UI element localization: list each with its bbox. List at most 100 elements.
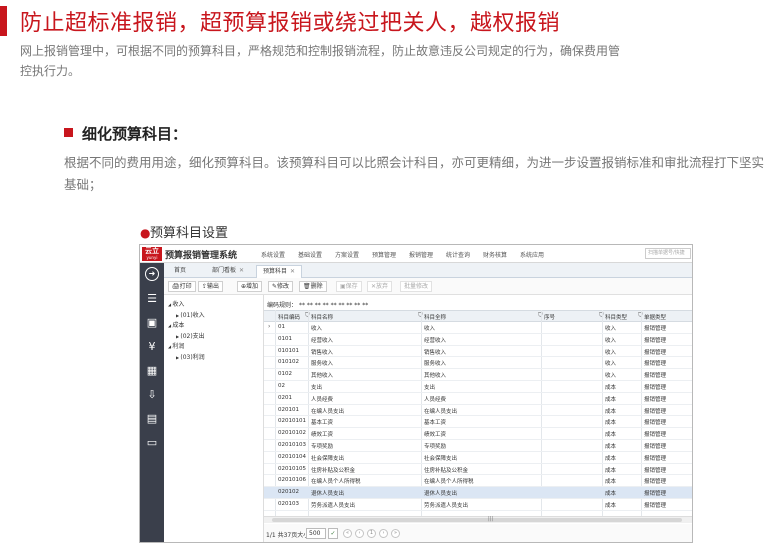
- table-cell: 收入: [424, 326, 436, 332]
- cancel-label: 放弃: [376, 283, 389, 290]
- menu-item[interactable]: 报销管理: [409, 250, 446, 259]
- table-cell: 经营收入: [311, 337, 334, 344]
- caption-dot-icon: ●: [140, 226, 151, 240]
- table-row[interactable]: 02010103 专项奖励 专项奖励 成本 报销管理: [264, 440, 692, 452]
- money-icon[interactable]: ¥: [144, 339, 160, 355]
- calendar-icon[interactable]: ▦: [144, 363, 160, 379]
- table-row[interactable]: 0101 经营收入 经营收入 收入 报销管理: [264, 334, 692, 346]
- table-cell: 02010105: [278, 465, 306, 472]
- close-icon[interactable]: ✕: [239, 267, 244, 274]
- table-row[interactable]: 020101 在编人员支出 在编人员支出 成本 报销管理: [264, 405, 692, 417]
- table-cell: 销售收入: [424, 349, 447, 356]
- column-header[interactable]: 单据类型: [644, 313, 666, 321]
- coding-rule-value: ** ** ** ** ** ** ** ** **: [298, 302, 369, 309]
- screenshot-caption: 预算科目设置: [150, 226, 229, 241]
- menu-item[interactable]: 预算管理: [372, 250, 409, 259]
- quick-search-input[interactable]: 扫描单据号/快捷: [645, 248, 691, 259]
- column-header[interactable]: 序号: [544, 313, 555, 321]
- tree-node[interactable]: ▶ (03)利润: [176, 352, 205, 361]
- tree-node[interactable]: ▶ (02)支出: [176, 331, 205, 340]
- next-page-icon[interactable]: ›: [379, 529, 388, 538]
- column-header[interactable]: 科目名称: [311, 313, 333, 321]
- tree-node[interactable]: ◢ 成本: [168, 320, 184, 329]
- table-cell: 02010106: [278, 477, 306, 484]
- table-row[interactable]: 02010101 基本工资 基本工资 成本 报销管理: [264, 416, 692, 429]
- table-cell: 社会保障支出: [424, 455, 458, 462]
- table-cell: 绩效工资: [311, 432, 334, 439]
- add-label: 增加: [246, 283, 259, 290]
- delete-button[interactable]: 🗑删除: [299, 281, 327, 292]
- tree-node[interactable]: ◢ 利润: [168, 341, 184, 350]
- export-button[interactable]: ⇪输出: [198, 281, 224, 292]
- table-cell: 基本工资: [311, 420, 334, 427]
- table-row[interactable]: 010102 服务收入 服务收入 收入 报销管理: [264, 357, 692, 370]
- menu-item[interactable]: 方案设置: [335, 250, 372, 259]
- table-cell: 报销管理: [644, 326, 667, 332]
- table-row[interactable]: 02010105 住房补贴及公积金 住房补贴及公积金 成本 报销管理: [264, 464, 692, 476]
- column-header[interactable]: 科目类型: [605, 313, 627, 321]
- table-cell: 收入: [605, 373, 617, 380]
- table-cell: 在编人员个人所得税: [311, 479, 361, 486]
- table-row[interactable]: 010101 销售收入 销售收入 收入 报销管理: [264, 346, 692, 358]
- card-icon[interactable]: ▭: [144, 435, 160, 451]
- table-cell: 劳务派遣人员支出: [424, 503, 469, 509]
- table-cell: 成本: [605, 432, 617, 439]
- cancel-button[interactable]: ✕放弃: [367, 281, 393, 292]
- table-cell: 成本: [605, 491, 617, 498]
- menu-item[interactable]: 系统应用: [520, 250, 557, 259]
- arrow-right-circle-icon[interactable]: ➜: [145, 267, 159, 281]
- first-page-icon[interactable]: «: [343, 529, 352, 538]
- app-window: 云立 yunyi 预算报销管理系统 系统设置 基础设置 方案设置 预算管理 报销管理 统计…: [139, 244, 693, 543]
- table-cell: 收入: [311, 326, 323, 332]
- tree-node[interactable]: ◢ 收入: [168, 299, 184, 308]
- table-cell: 人员经费: [311, 396, 334, 403]
- prev-page-icon[interactable]: ‹: [355, 529, 364, 538]
- close-icon[interactable]: ✕: [290, 268, 295, 275]
- tab-item[interactable]: 首页: [168, 265, 192, 278]
- tab-item[interactable]: 预算科目 ✕: [256, 265, 303, 278]
- table-cell: 专项奖励: [311, 444, 334, 450]
- menu-item[interactable]: 系统设置: [261, 250, 298, 259]
- menu-item[interactable]: 统计查询: [446, 250, 483, 259]
- print-button[interactable]: 🖨打印: [168, 281, 196, 292]
- menu-item[interactable]: 财务核算: [483, 250, 520, 259]
- table-row[interactable]: 020103 劳务派遣人员支出 劳务派遣人员支出 成本 报销管理: [264, 499, 692, 511]
- download-icon[interactable]: ⇩: [144, 387, 160, 403]
- table-cell: 成本: [605, 467, 617, 474]
- wallet-icon[interactable]: ▣: [144, 315, 160, 331]
- tab-label: 首页: [174, 267, 187, 274]
- list-icon[interactable]: ☰: [144, 291, 160, 307]
- horizontal-scrollbar[interactable]: |||: [264, 516, 692, 523]
- table-row[interactable]: 02010104 社会保障支出 社会保障支出 成本 报销管理: [264, 452, 692, 464]
- table-cell: 劳务派遣人员支出: [311, 503, 356, 509]
- table-cell: 人员经费: [424, 396, 447, 403]
- table-row[interactable]: 02010102 绩效工资 绩效工资 成本 报销管理: [264, 428, 692, 440]
- table-row[interactable]: 020102 退休人员支出 退休人员支出 成本 报销管理: [264, 487, 692, 499]
- save-button[interactable]: ▣保存: [336, 281, 362, 292]
- table-row[interactable]: 02 支出 支出 成本 报销管理: [264, 381, 692, 393]
- document-icon[interactable]: ▤: [144, 411, 160, 427]
- batch-edit-button[interactable]: 批量修改: [400, 281, 433, 292]
- add-button[interactable]: ⊕增加: [237, 281, 263, 292]
- table-row[interactable]: › 01 收入 收入 收入 报销管理: [264, 322, 692, 334]
- column-header[interactable]: 科目全称: [424, 313, 446, 321]
- tree-node[interactable]: ▶ (01)收入: [176, 310, 205, 319]
- toolbar: 🖨打印 ⇪输出 ⊕增加 ✎修改 🗑删除 ▣保存 ✕放弃 批量修改: [164, 278, 692, 295]
- table-cell: 服务收入: [424, 361, 447, 368]
- last-page-icon[interactable]: »: [391, 529, 400, 538]
- page-size-input[interactable]: 500: [306, 528, 326, 539]
- column-header[interactable]: 科目编码: [278, 313, 300, 321]
- table-row[interactable]: 0201 人员经费 人员经费 成本 报销管理: [264, 393, 692, 405]
- page-size-confirm-button[interactable]: ✓: [328, 528, 338, 539]
- table-row[interactable]: 02010106 在编人员个人所得税 在编人员个人所得税 成本 报销管理: [264, 475, 692, 488]
- table-row[interactable]: 0102 其他收入 其他收入 收入 报销管理: [264, 369, 692, 381]
- table-cell: 报销管理: [644, 491, 667, 498]
- table-cell: 退休人员支出: [424, 491, 458, 498]
- table-cell: 成本: [605, 385, 617, 391]
- tab-item[interactable]: 部门看板 ✕: [206, 265, 250, 278]
- scrollbar-thumb[interactable]: [272, 518, 682, 522]
- page-number-icon[interactable]: 1: [367, 529, 376, 538]
- edit-button[interactable]: ✎修改: [268, 281, 294, 292]
- menu-item[interactable]: 基础设置: [298, 250, 335, 259]
- table-cell: 010102: [278, 359, 299, 366]
